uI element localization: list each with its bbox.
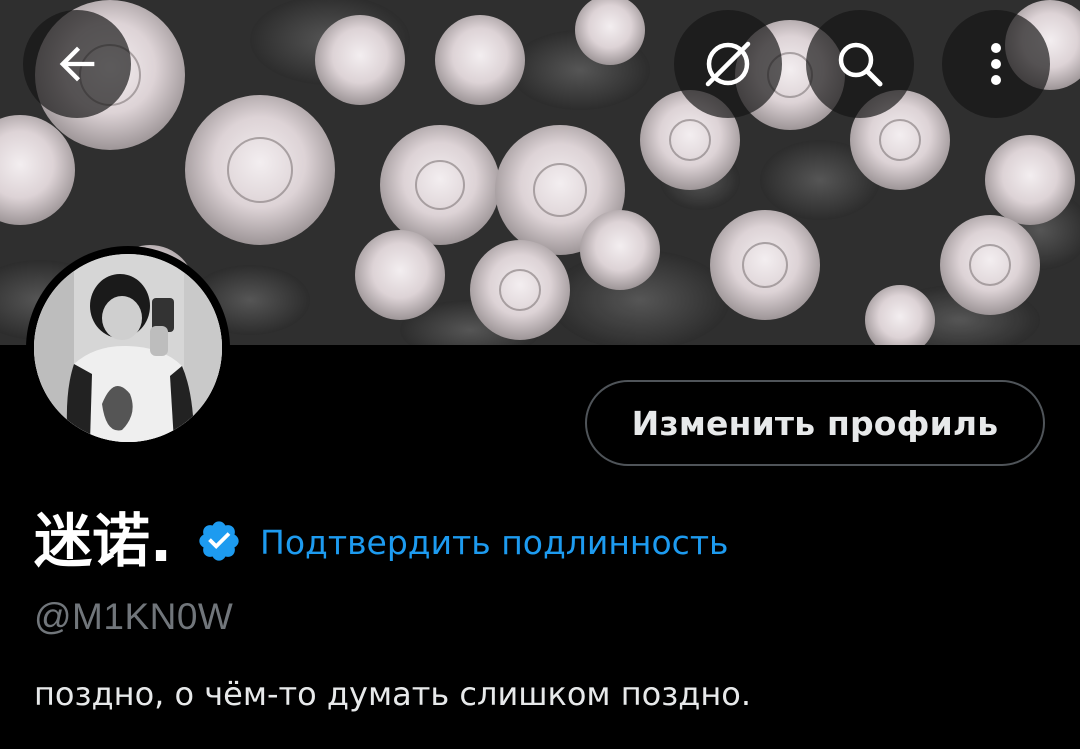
search-icon — [838, 42, 883, 87]
avatar-image — [34, 254, 222, 442]
more-options-button[interactable] — [942, 10, 1050, 118]
profile-bio: поздно, о чём-то думать слишком поздно. — [34, 675, 752, 713]
avatar[interactable] — [26, 246, 230, 450]
verified-badge-icon[interactable] — [196, 518, 242, 564]
user-handle: @M1KN0W — [34, 596, 234, 637]
grok-icon — [705, 41, 751, 87]
back-button[interactable] — [23, 10, 131, 118]
name-row: 迷诺. Подтвердить подлинность — [34, 503, 729, 579]
edit-profile-label: Изменить профиль — [631, 403, 999, 443]
verify-identity-link[interactable]: Подтвердить подлинность — [260, 523, 728, 562]
display-name: 迷诺. — [34, 507, 173, 575]
search-button[interactable] — [806, 10, 914, 118]
arrow-left-icon — [59, 46, 95, 82]
more-vertical-icon — [991, 43, 1001, 85]
grok-button[interactable] — [674, 10, 782, 118]
edit-profile-button[interactable]: Изменить профиль — [585, 380, 1045, 466]
